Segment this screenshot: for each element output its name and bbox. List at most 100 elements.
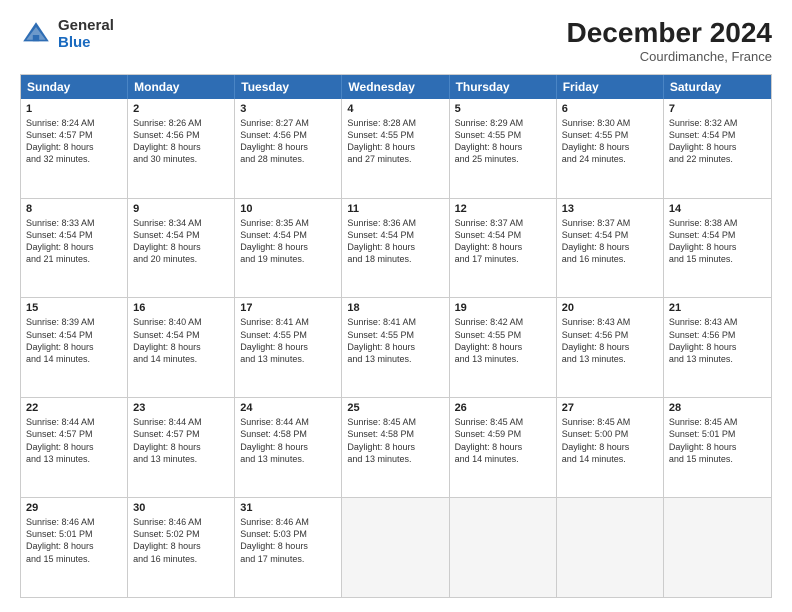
day-num-19: 19 xyxy=(455,302,551,314)
day-num-26: 26 xyxy=(455,402,551,414)
day-num-3: 3 xyxy=(240,103,336,115)
day-25-info: Sunrise: 8:45 AMSunset: 4:58 PMDaylight:… xyxy=(347,416,443,465)
logo-icon xyxy=(20,19,52,51)
day-3-info: Sunrise: 8:27 AMSunset: 4:56 PMDaylight:… xyxy=(240,117,336,166)
day-22-info: Sunrise: 8:44 AMSunset: 4:57 PMDaylight:… xyxy=(26,416,122,465)
day-14-info: Sunrise: 8:38 AMSunset: 4:54 PMDaylight:… xyxy=(669,217,766,266)
day-num-27: 27 xyxy=(562,402,658,414)
header-friday: Friday xyxy=(557,75,664,99)
day-24: 24 Sunrise: 8:44 AMSunset: 4:58 PMDaylig… xyxy=(235,398,342,497)
day-2-info: Sunrise: 8:26 AMSunset: 4:56 PMDaylight:… xyxy=(133,117,229,166)
header-wednesday: Wednesday xyxy=(342,75,449,99)
calendar: Sunday Monday Tuesday Wednesday Thursday… xyxy=(20,74,772,598)
day-26: 26 Sunrise: 8:45 AMSunset: 4:59 PMDaylig… xyxy=(450,398,557,497)
day-num-24: 24 xyxy=(240,402,336,414)
day-6: 6 Sunrise: 8:30 AMSunset: 4:55 PMDayligh… xyxy=(557,99,664,198)
day-num-5: 5 xyxy=(455,103,551,115)
day-num-12: 12 xyxy=(455,203,551,215)
day-7: 7 Sunrise: 8:32 AMSunset: 4:54 PMDayligh… xyxy=(664,99,771,198)
day-5: 5 Sunrise: 8:29 AMSunset: 4:55 PMDayligh… xyxy=(450,99,557,198)
day-28: 28 Sunrise: 8:45 AMSunset: 5:01 PMDaylig… xyxy=(664,398,771,497)
day-num-10: 10 xyxy=(240,203,336,215)
day-14: 14 Sunrise: 8:38 AMSunset: 4:54 PMDaylig… xyxy=(664,199,771,298)
day-15: 15 Sunrise: 8:39 AMSunset: 4:54 PMDaylig… xyxy=(21,298,128,397)
day-26-info: Sunrise: 8:45 AMSunset: 4:59 PMDaylight:… xyxy=(455,416,551,465)
day-21-info: Sunrise: 8:43 AMSunset: 4:56 PMDaylight:… xyxy=(669,316,766,365)
week-row-3: 15 Sunrise: 8:39 AMSunset: 4:54 PMDaylig… xyxy=(21,297,771,397)
day-8-info: Sunrise: 8:33 AMSunset: 4:54 PMDaylight:… xyxy=(26,217,122,266)
day-num-23: 23 xyxy=(133,402,229,414)
day-8: 8 Sunrise: 8:33 AMSunset: 4:54 PMDayligh… xyxy=(21,199,128,298)
day-31-info: Sunrise: 8:46 AMSunset: 5:03 PMDaylight:… xyxy=(240,516,336,565)
logo-general-text: General xyxy=(58,18,114,35)
day-num-22: 22 xyxy=(26,402,122,414)
day-29: 29 Sunrise: 8:46 AMSunset: 5:01 PMDaylig… xyxy=(21,498,128,597)
day-4: 4 Sunrise: 8:28 AMSunset: 4:55 PMDayligh… xyxy=(342,99,449,198)
day-17: 17 Sunrise: 8:41 AMSunset: 4:55 PMDaylig… xyxy=(235,298,342,397)
page: General Blue December 2024 Courdimanche,… xyxy=(0,0,792,612)
header-saturday: Saturday xyxy=(664,75,771,99)
day-10: 10 Sunrise: 8:35 AMSunset: 4:54 PMDaylig… xyxy=(235,199,342,298)
day-23-info: Sunrise: 8:44 AMSunset: 4:57 PMDaylight:… xyxy=(133,416,229,465)
day-19: 19 Sunrise: 8:42 AMSunset: 4:55 PMDaylig… xyxy=(450,298,557,397)
day-num-1: 1 xyxy=(26,103,122,115)
header-thursday: Thursday xyxy=(450,75,557,99)
day-19-info: Sunrise: 8:42 AMSunset: 4:55 PMDaylight:… xyxy=(455,316,551,365)
day-num-7: 7 xyxy=(669,103,766,115)
day-27: 27 Sunrise: 8:45 AMSunset: 5:00 PMDaylig… xyxy=(557,398,664,497)
day-1-info: Sunrise: 8:24 AMSunset: 4:57 PMDaylight:… xyxy=(26,117,122,166)
day-16-info: Sunrise: 8:40 AMSunset: 4:54 PMDaylight:… xyxy=(133,316,229,365)
day-10-info: Sunrise: 8:35 AMSunset: 4:54 PMDaylight:… xyxy=(240,217,336,266)
logo-blue-text: Blue xyxy=(58,35,114,52)
day-num-13: 13 xyxy=(562,203,658,215)
day-17-info: Sunrise: 8:41 AMSunset: 4:55 PMDaylight:… xyxy=(240,316,336,365)
day-empty-3 xyxy=(557,498,664,597)
week-row-4: 22 Sunrise: 8:44 AMSunset: 4:57 PMDaylig… xyxy=(21,397,771,497)
day-empty-1 xyxy=(342,498,449,597)
day-11-info: Sunrise: 8:36 AMSunset: 4:54 PMDaylight:… xyxy=(347,217,443,266)
day-2: 2 Sunrise: 8:26 AMSunset: 4:56 PMDayligh… xyxy=(128,99,235,198)
header: General Blue December 2024 Courdimanche,… xyxy=(20,18,772,64)
day-num-4: 4 xyxy=(347,103,443,115)
day-27-info: Sunrise: 8:45 AMSunset: 5:00 PMDaylight:… xyxy=(562,416,658,465)
day-num-29: 29 xyxy=(26,502,122,514)
day-30: 30 Sunrise: 8:46 AMSunset: 5:02 PMDaylig… xyxy=(128,498,235,597)
day-20-info: Sunrise: 8:43 AMSunset: 4:56 PMDaylight:… xyxy=(562,316,658,365)
day-11: 11 Sunrise: 8:36 AMSunset: 4:54 PMDaylig… xyxy=(342,199,449,298)
day-empty-2 xyxy=(450,498,557,597)
day-5-info: Sunrise: 8:29 AMSunset: 4:55 PMDaylight:… xyxy=(455,117,551,166)
day-13: 13 Sunrise: 8:37 AMSunset: 4:54 PMDaylig… xyxy=(557,199,664,298)
day-12: 12 Sunrise: 8:37 AMSunset: 4:54 PMDaylig… xyxy=(450,199,557,298)
day-num-6: 6 xyxy=(562,103,658,115)
day-num-15: 15 xyxy=(26,302,122,314)
day-6-info: Sunrise: 8:30 AMSunset: 4:55 PMDaylight:… xyxy=(562,117,658,166)
calendar-body: 1 Sunrise: 8:24 AMSunset: 4:57 PMDayligh… xyxy=(21,99,771,597)
day-num-21: 21 xyxy=(669,302,766,314)
day-num-2: 2 xyxy=(133,103,229,115)
day-25: 25 Sunrise: 8:45 AMSunset: 4:58 PMDaylig… xyxy=(342,398,449,497)
day-29-info: Sunrise: 8:46 AMSunset: 5:01 PMDaylight:… xyxy=(26,516,122,565)
day-21: 21 Sunrise: 8:43 AMSunset: 4:56 PMDaylig… xyxy=(664,298,771,397)
header-sunday: Sunday xyxy=(21,75,128,99)
day-num-8: 8 xyxy=(26,203,122,215)
day-num-28: 28 xyxy=(669,402,766,414)
day-22: 22 Sunrise: 8:44 AMSunset: 4:57 PMDaylig… xyxy=(21,398,128,497)
day-num-16: 16 xyxy=(133,302,229,314)
day-16: 16 Sunrise: 8:40 AMSunset: 4:54 PMDaylig… xyxy=(128,298,235,397)
day-15-info: Sunrise: 8:39 AMSunset: 4:54 PMDaylight:… xyxy=(26,316,122,365)
calendar-header: Sunday Monday Tuesday Wednesday Thursday… xyxy=(21,75,771,99)
day-4-info: Sunrise: 8:28 AMSunset: 4:55 PMDaylight:… xyxy=(347,117,443,166)
day-3: 3 Sunrise: 8:27 AMSunset: 4:56 PMDayligh… xyxy=(235,99,342,198)
week-row-5: 29 Sunrise: 8:46 AMSunset: 5:01 PMDaylig… xyxy=(21,497,771,597)
day-18: 18 Sunrise: 8:41 AMSunset: 4:55 PMDaylig… xyxy=(342,298,449,397)
day-num-18: 18 xyxy=(347,302,443,314)
day-num-30: 30 xyxy=(133,502,229,514)
day-num-20: 20 xyxy=(562,302,658,314)
header-monday: Monday xyxy=(128,75,235,99)
day-num-25: 25 xyxy=(347,402,443,414)
day-1: 1 Sunrise: 8:24 AMSunset: 4:57 PMDayligh… xyxy=(21,99,128,198)
week-row-2: 8 Sunrise: 8:33 AMSunset: 4:54 PMDayligh… xyxy=(21,198,771,298)
day-num-14: 14 xyxy=(669,203,766,215)
day-12-info: Sunrise: 8:37 AMSunset: 4:54 PMDaylight:… xyxy=(455,217,551,266)
logo-text: General Blue xyxy=(58,18,114,51)
